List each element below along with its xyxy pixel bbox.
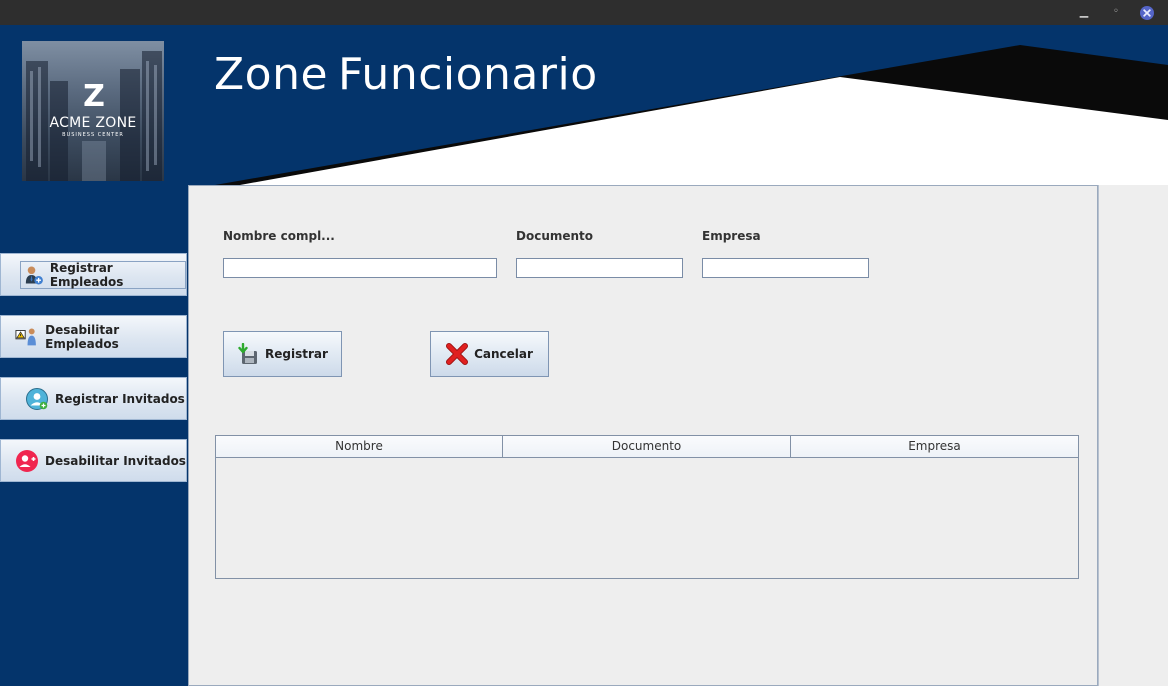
main-panel: Nombre compl... Documento Empresa Regist… — [188, 185, 1098, 686]
window-titlebar: ▁ ◦ — [0, 0, 1168, 25]
cancel-x-icon — [446, 343, 469, 365]
save-download-icon — [238, 343, 258, 364]
add-employee-icon — [25, 266, 43, 285]
logo-mark: Z — [83, 79, 105, 114]
sidebar-item-registrar-empleados[interactable]: Registrar Empleados — [0, 253, 187, 296]
disable-guest-icon — [16, 450, 38, 472]
field-label-documento: Documento — [516, 229, 594, 243]
logo-tagline: BUSINESS CENTER — [62, 132, 124, 138]
field-label-nombre: Nombre compl... — [223, 229, 335, 243]
records-table[interactable]: Nombre Documento Empresa — [215, 435, 1079, 579]
sidebar-item-label: Registrar Invitados — [55, 392, 185, 406]
sidebar-item-label: Desabilitar Invitados — [45, 454, 186, 468]
sidebar-item-label: Desabilitar Empleados — [45, 323, 120, 351]
cancelar-label: Cancelar — [474, 347, 533, 361]
column-header-nombre[interactable]: Nombre — [216, 436, 503, 457]
registrar-button[interactable]: Registrar — [223, 331, 342, 377]
field-label-empresa: Empresa — [702, 229, 761, 243]
company-logo: Z ACME ZONE BUSINESS CENTER — [22, 41, 164, 181]
column-header-empresa[interactable]: Empresa — [791, 436, 1078, 457]
logo-brand: ACME ZONE — [49, 115, 137, 131]
right-panel — [1098, 185, 1168, 686]
sidebar-item-desabilitar-invitados[interactable]: Desabilitar Invitados — [0, 439, 187, 482]
column-header-documento[interactable]: Documento — [503, 436, 791, 457]
empresa-input[interactable] — [702, 258, 869, 278]
minimize-icon[interactable]: ▁ — [1074, 3, 1094, 21]
disable-employee-icon — [15, 328, 36, 346]
page-title-part1: Zone — [214, 49, 329, 100]
sidebar-item-desabilitar-empleados[interactable]: Desabilitar Empleados — [0, 315, 187, 358]
sidebar-item-label: Registrar Empleados — [49, 261, 124, 289]
maximize-icon[interactable]: ◦ — [1106, 3, 1126, 21]
sidebar-item-registrar-invitados[interactable]: Registrar Invitados — [0, 377, 187, 420]
table-header: Nombre Documento Empresa — [216, 436, 1078, 458]
app-window: Z ACME ZONE BUSINESS CENTER Zone Funciona… — [0, 25, 1168, 686]
registrar-label: Registrar — [265, 347, 328, 361]
register-guest-icon — [26, 388, 48, 410]
page-title-part2: Funcionario — [338, 49, 598, 100]
page-title: Zone Funcionario — [214, 49, 598, 100]
nombre-input[interactable] — [223, 258, 497, 278]
close-icon[interactable] — [1138, 4, 1156, 22]
documento-input[interactable] — [516, 258, 683, 278]
cancelar-button[interactable]: Cancelar — [430, 331, 549, 377]
